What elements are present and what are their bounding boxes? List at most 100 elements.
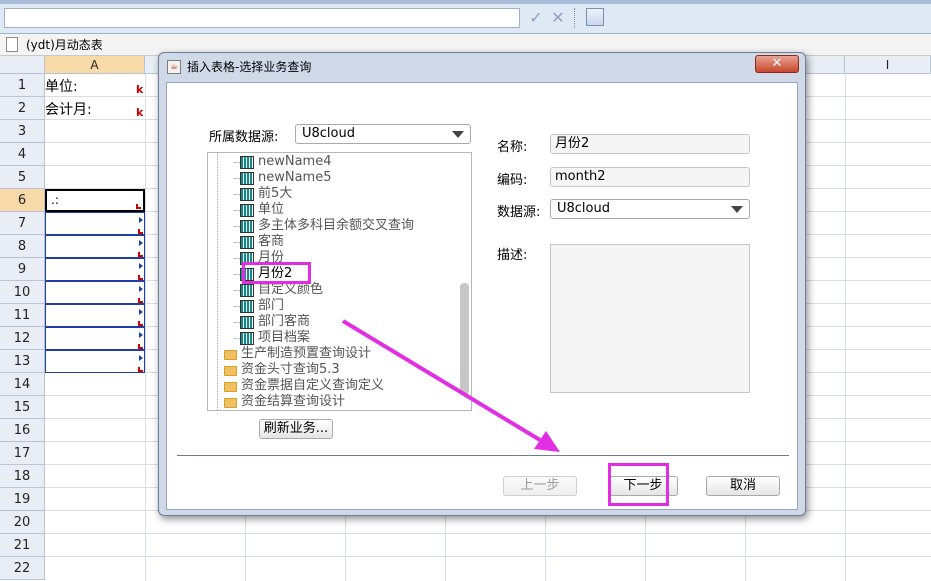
query-icon	[240, 204, 254, 217]
row-header-selected[interactable]: 6	[0, 189, 45, 212]
document-icon	[6, 37, 18, 52]
band-arrow-icon	[139, 286, 143, 292]
tree-leaf-label: 自定义颜色	[258, 282, 324, 297]
row-header[interactable]: 9	[0, 258, 45, 281]
row-header[interactable]: 21	[0, 534, 45, 557]
prev-step-button[interactable]: 上一步	[503, 476, 577, 496]
band-cell[interactable]	[45, 235, 145, 258]
cell-a2[interactable]: 会计月:	[45, 99, 92, 119]
column-header-a[interactable]: A	[45, 56, 145, 74]
row-header[interactable]: 4	[0, 143, 45, 166]
row-header[interactable]: 16	[0, 419, 45, 442]
row-header[interactable]: 2	[0, 97, 45, 120]
row-header[interactable]: 19	[0, 488, 45, 511]
row-header[interactable]: 22	[0, 557, 45, 580]
source-select[interactable]: U8cloud	[550, 199, 750, 219]
tree-folder-label: 资金票据自定义查询定义	[241, 378, 385, 393]
code-field[interactable]: month2	[550, 167, 750, 187]
row-header[interactable]: 17	[0, 442, 45, 465]
tree-folder-label: 资金结算查询设计	[241, 394, 346, 409]
x-icon[interactable]: ✕	[548, 8, 568, 28]
row-header[interactable]: 10	[0, 281, 45, 304]
check-icon[interactable]: ✓	[526, 8, 546, 28]
close-button[interactable]: ✕	[755, 55, 799, 73]
row-header[interactable]: 12	[0, 327, 45, 350]
query-icon	[240, 300, 254, 313]
grid-line	[45, 556, 931, 557]
band-cell[interactable]	[45, 258, 145, 281]
grid-line	[45, 533, 931, 534]
grid-line	[145, 74, 146, 581]
row-header[interactable]: 7	[0, 212, 45, 235]
dialog-body: 所属数据源: U8cloud newName4 newName5 前5大 单位 …	[166, 82, 798, 510]
query-icon	[240, 332, 254, 345]
column-header-i[interactable]: I	[845, 56, 931, 74]
cell-marker-icon	[138, 321, 143, 326]
query-icon	[240, 156, 254, 169]
cell-marker-icon	[138, 344, 143, 349]
tree-leaf-label: 多主体多科目余额交叉查询	[258, 218, 415, 233]
cell-marker-icon	[136, 204, 141, 209]
row-header[interactable]: 11	[0, 304, 45, 327]
band-cell[interactable]	[45, 281, 145, 304]
tree-folder-label: 资金头寸查询5.3	[241, 362, 340, 377]
band-arrow-icon	[139, 309, 143, 315]
cell-a1[interactable]: 单位:	[45, 76, 78, 96]
row-header[interactable]: 1	[0, 74, 45, 97]
band-cell[interactable]	[45, 212, 145, 235]
row-header[interactable]: 18	[0, 465, 45, 488]
row-header[interactable]: 3	[0, 120, 45, 143]
tree-leaf-label: 部门	[258, 298, 285, 313]
tree-leaf-label: 部门客商	[258, 314, 311, 329]
tree-leaf-label: 单位	[258, 202, 285, 217]
band-arrow-icon	[139, 263, 143, 269]
chevron-down-icon	[731, 206, 743, 213]
code-label: 编码:	[497, 173, 528, 188]
tree-leaf-label: newName4	[258, 154, 332, 169]
java-app-icon: ☕	[167, 60, 181, 74]
description-field[interactable]	[550, 244, 750, 393]
query-icon	[240, 284, 254, 297]
band-cell[interactable]	[45, 327, 145, 350]
cell-marker-icon	[138, 367, 143, 372]
tree-scrollbar[interactable]	[460, 283, 469, 395]
band-cell[interactable]	[45, 304, 145, 327]
folder-icon	[224, 366, 237, 376]
row-header[interactable]: 15	[0, 396, 45, 419]
band-arrow-icon	[139, 240, 143, 246]
row-header[interactable]: 14	[0, 373, 45, 396]
tree-guide	[217, 153, 218, 410]
insert-image-icon[interactable]	[586, 8, 604, 26]
band-arrow-icon	[139, 332, 143, 338]
datasource-select[interactable]: U8cloud	[295, 124, 471, 144]
row-header[interactable]: 5	[0, 166, 45, 189]
band-cell[interactable]	[45, 350, 145, 373]
band-arrow-icon	[139, 217, 143, 223]
tree-folder-label: 生产制造预置查询设计	[241, 346, 372, 361]
corner-header[interactable]	[0, 56, 45, 74]
folder-icon	[224, 350, 237, 360]
datasource-label: 所属数据源:	[209, 130, 279, 145]
row-header[interactable]: 13	[0, 350, 45, 373]
query-icon	[240, 236, 254, 249]
formula-input[interactable]	[4, 8, 520, 28]
query-icon	[240, 172, 254, 185]
active-cell-a6[interactable]: .:	[45, 189, 145, 212]
dialog-titlebar[interactable]: ☕ 插入表格-选择业务查询 ✕	[159, 53, 805, 81]
cell-marker: k	[136, 106, 144, 119]
toolbar-strip	[0, 0, 931, 4]
cell-marker: k	[136, 83, 144, 96]
name-field[interactable]: 月份2	[550, 134, 750, 154]
cancel-button[interactable]: 取消	[706, 476, 780, 496]
query-icon	[240, 316, 254, 329]
tree-leaf-label: 前5大	[258, 186, 293, 201]
query-icon	[240, 188, 254, 201]
refresh-business-button[interactable]: 刷新业务...	[259, 419, 333, 439]
name-label: 名称:	[497, 140, 528, 155]
row-header[interactable]: 20	[0, 511, 45, 534]
tree-leaf-label: 项目档案	[258, 330, 311, 345]
query-icon	[240, 220, 254, 233]
tree-leaf-label: 客商	[258, 234, 285, 249]
source-value: U8cloud	[557, 201, 610, 216]
row-header[interactable]: 8	[0, 235, 45, 258]
